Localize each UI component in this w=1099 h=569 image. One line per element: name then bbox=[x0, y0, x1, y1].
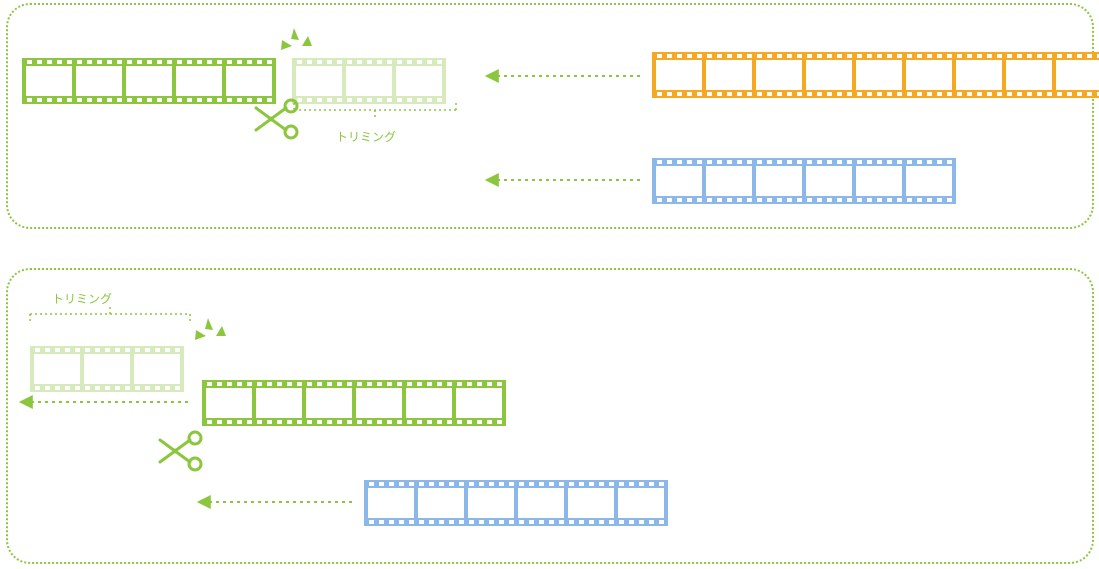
trim-range-bracket bbox=[30, 306, 190, 324]
filmstrip-p1-green-solid bbox=[22, 58, 276, 104]
scissors-icon bbox=[160, 432, 201, 470]
diagram-canvas bbox=[0, 0, 1099, 569]
filmstrip-p1-green-faded bbox=[292, 58, 446, 104]
spark-icon bbox=[195, 318, 226, 340]
spark-icon bbox=[281, 28, 312, 50]
filmstrip-p1-orange bbox=[652, 52, 1099, 98]
filmstrip-p2-green-faded bbox=[30, 346, 184, 392]
filmstrip-p2-blue bbox=[364, 480, 668, 526]
filmstrip-p2-green-solid bbox=[202, 380, 506, 426]
filmstrip-p1-blue bbox=[652, 158, 956, 204]
scissors-icon bbox=[256, 100, 297, 138]
